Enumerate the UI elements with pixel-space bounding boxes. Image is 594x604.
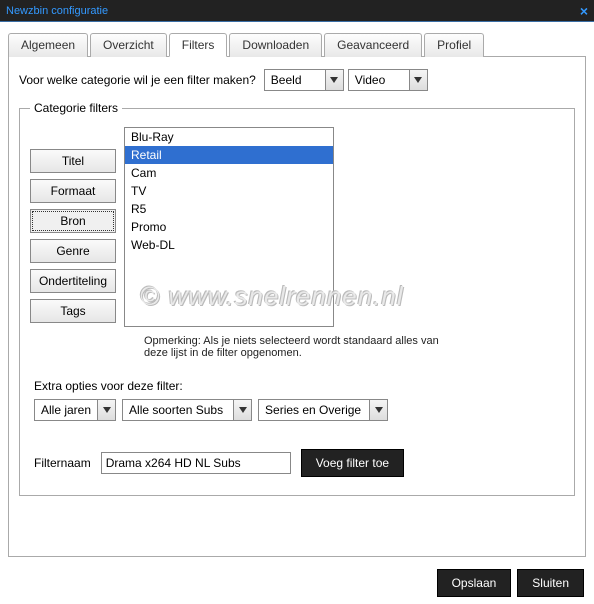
tabs-row: Algemeen Overzicht Filters Downloaden Ge… [8,32,586,57]
series-dropdown-value: Series en Overige [259,403,369,417]
side-btn-formaat[interactable]: Formaat [30,179,116,203]
category-dropdown-value: Beeld [265,73,325,87]
category-question-row: Voor welke categorie wil je een filter m… [19,69,575,91]
list-item[interactable]: TV [125,182,333,200]
side-btn-titel[interactable]: Titel [30,149,116,173]
subcategory-dropdown[interactable]: Video [348,69,428,91]
list-item[interactable]: Cam [125,164,333,182]
groupbox-title: Categorie filters [30,101,122,115]
year-dropdown-value: Alle jaren [35,403,97,417]
side-btn-ondertiteling[interactable]: Ondertiteling [30,269,116,293]
category-filters-group: Categorie filters © www.snelrennen.nl Ti… [19,101,575,496]
options-listbox[interactable]: Blu-Ray Retail Cam TV R5 Promo Web-DL [124,127,334,327]
save-button[interactable]: Opslaan [437,569,512,597]
subs-dropdown[interactable]: Alle soorten Subs [122,399,252,421]
chevron-down-icon [369,400,387,420]
category-dropdown[interactable]: Beeld [264,69,344,91]
chevron-down-icon [325,70,343,90]
tab-filters[interactable]: Filters [169,33,228,57]
list-item[interactable]: Web-DL [125,236,333,254]
add-filter-button[interactable]: Voeg filter toe [301,449,404,477]
close-button[interactable]: Sluiten [517,569,584,597]
tab-profiel[interactable]: Profiel [424,33,484,57]
list-item[interactable]: Blu-Ray [125,128,333,146]
chevron-down-icon [97,400,115,420]
extra-options-row: Alle jaren Alle soorten Subs Series en O… [34,399,564,421]
tab-algemeen[interactable]: Algemeen [8,33,88,57]
extra-options-label: Extra opties voor deze filter: [34,379,564,393]
note-text: Opmerking: Als je niets selecteerd wordt… [144,335,444,359]
filtername-input[interactable] [101,452,291,474]
list-item[interactable]: Retail [125,146,333,164]
filter-type-buttons: Titel Formaat Bron Genre Ondertiteling T… [30,149,116,327]
subcategory-dropdown-value: Video [349,73,409,87]
filtername-row: Filternaam Voeg filter toe [34,449,564,477]
tab-downloaden[interactable]: Downloaden [229,33,322,57]
tab-geavanceerd[interactable]: Geavanceerd [324,33,422,57]
side-btn-tags[interactable]: Tags [30,299,116,323]
chevron-down-icon [233,400,251,420]
titlebar: Newzbin configuratie × [0,0,594,22]
close-icon[interactable]: × [580,3,588,19]
subs-dropdown-value: Alle soorten Subs [123,403,233,417]
list-item[interactable]: R5 [125,200,333,218]
filtername-label: Filternaam [34,456,91,470]
chevron-down-icon [409,70,427,90]
tab-panel: Voor welke categorie wil je een filter m… [8,57,586,557]
side-btn-bron[interactable]: Bron [30,209,116,233]
year-dropdown[interactable]: Alle jaren [34,399,116,421]
tab-overzicht[interactable]: Overzicht [90,33,167,57]
window-title: Newzbin configuratie [6,5,108,17]
list-item[interactable]: Promo [125,218,333,236]
series-dropdown[interactable]: Series en Overige [258,399,388,421]
footer-buttons: Opslaan Sluiten [0,569,584,597]
category-question-label: Voor welke categorie wil je een filter m… [19,73,256,87]
side-btn-genre[interactable]: Genre [30,239,116,263]
